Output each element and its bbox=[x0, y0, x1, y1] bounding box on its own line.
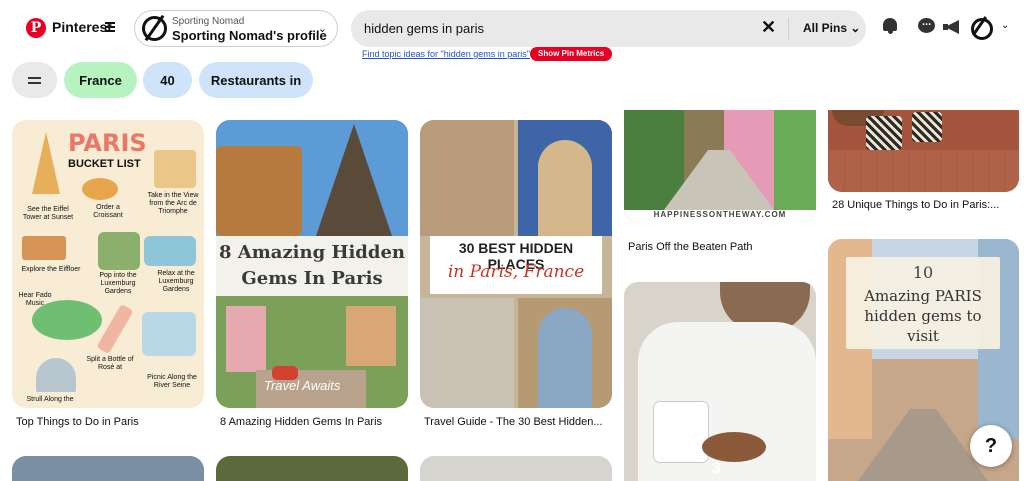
pin-title-line: Gems In Paris bbox=[241, 268, 383, 289]
pin-caption[interactable]: Paris Off the Beaten Path bbox=[628, 241, 753, 253]
eiffel-illustration bbox=[32, 132, 60, 194]
watermark: Travel Awaits bbox=[264, 378, 341, 393]
pin-image bbox=[226, 306, 266, 372]
profile-avatar-icon bbox=[142, 16, 167, 41]
pin-item: Split a Bottle of Rosé at bbox=[86, 356, 134, 371]
clear-search-icon[interactable]: ✕ bbox=[761, 17, 776, 38]
pin-item: Relax at the Luxemburg Gardens bbox=[157, 270, 195, 293]
pin-title-number: 10 bbox=[912, 263, 934, 282]
pin-item: Order a Croissant bbox=[93, 204, 123, 219]
chip-france[interactable]: France bbox=[64, 62, 137, 98]
pin-image bbox=[518, 120, 612, 236]
pin-image bbox=[420, 298, 514, 408]
pin-image bbox=[518, 298, 612, 408]
pinterest-logo-icon[interactable]: P bbox=[26, 18, 46, 38]
pin-off-beaten-path[interactable]: HAPPINESSONTHEWAY.COM bbox=[624, 110, 816, 222]
pin-image bbox=[420, 120, 514, 236]
pin-hot-chocolate-video[interactable]: 3 bbox=[624, 282, 816, 481]
pin-footer: HAPPINESSONTHEWAY.COM bbox=[624, 210, 816, 222]
pin-8-hidden-gems[interactable]: 8 Amazing Hidden Gems In Paris Travel Aw… bbox=[216, 120, 408, 408]
pin-grid: PARIS BUCKET LIST See the Eiffel Tower a… bbox=[0, 110, 1024, 481]
chevron-down-icon: ⌄ bbox=[317, 23, 327, 35]
profile-name-small: Sporting Nomad bbox=[172, 16, 245, 27]
pin-footer-text: HAPPINESSONTHEWAY.COM bbox=[653, 210, 787, 219]
pin-title-card: 10 Amazing PARIS hidden gems to visit bbox=[846, 257, 1000, 349]
pin-title-line: hidden gems to bbox=[864, 307, 982, 325]
show-pin-metrics-button[interactable]: Show Pin Metrics bbox=[530, 47, 613, 61]
pin-image bbox=[654, 402, 708, 462]
pin-caption[interactable]: Travel Guide - The 30 Best Hidden... bbox=[424, 416, 603, 428]
illustration bbox=[36, 358, 76, 392]
filter-button[interactable] bbox=[12, 62, 57, 98]
pin-image bbox=[866, 116, 902, 150]
profile-switcher[interactable]: Sporting Nomad Sporting Nomad's profile … bbox=[134, 10, 338, 47]
pin-overlay-number: 3 bbox=[712, 460, 721, 477]
brand-name[interactable]: Pinterest bbox=[52, 19, 112, 35]
pin-item: Picnic Along the River Seine bbox=[147, 374, 197, 389]
pin-item: Strull Along the bbox=[26, 396, 74, 403]
eiffel-tower-image bbox=[316, 124, 392, 236]
chip-restaurants-in[interactable]: Restaurants in bbox=[199, 62, 313, 98]
bell-icon[interactable] bbox=[880, 16, 900, 36]
pin-image bbox=[702, 432, 766, 462]
profile-name: Sporting Nomad's profile bbox=[172, 28, 327, 43]
pin-title-band: 8 Amazing Hidden Gems In Paris bbox=[216, 236, 408, 296]
arc-illustration bbox=[154, 150, 196, 188]
pin-subtitle: BUCKET LIST bbox=[68, 158, 141, 170]
illustration bbox=[96, 303, 134, 355]
pin-partial[interactable] bbox=[420, 456, 612, 481]
pin-caption[interactable]: 28 Unique Things to Do in Paris:... bbox=[832, 199, 999, 211]
pin-item: Take in the View from the Arc de Triomph… bbox=[147, 192, 199, 215]
pin-30-hidden-places[interactable]: 30 BEST HIDDEN PLACES in Paris, France bbox=[420, 120, 612, 408]
pin-item: See the Eiffel Tower at Sunset bbox=[22, 206, 74, 221]
pin-title-line: 8 Amazing Hidden bbox=[218, 242, 406, 263]
pin-item: Hear Fado Music bbox=[18, 292, 52, 307]
pin-paris-bucket-list[interactable]: PARIS BUCKET LIST See the Eiffel Tower a… bbox=[12, 120, 204, 408]
carousel-image bbox=[216, 146, 302, 236]
search-divider bbox=[788, 18, 789, 40]
pin-image bbox=[346, 306, 396, 366]
search-input[interactable]: hidden gems in paris bbox=[364, 21, 484, 36]
pin-title-line: visit bbox=[907, 327, 939, 345]
account-menu-chevron-icon[interactable]: ⌄ bbox=[1001, 20, 1009, 31]
pin-28-unique-things[interactable] bbox=[828, 110, 1019, 192]
pin-title-band: 30 BEST HIDDEN PLACES in Paris, France bbox=[430, 236, 602, 294]
illustration bbox=[144, 236, 196, 266]
pin-item: Explore the Eiffloer bbox=[21, 266, 81, 273]
search-scope-label: All Pins bbox=[803, 21, 848, 35]
pin-partial[interactable] bbox=[216, 456, 408, 481]
illustration bbox=[98, 232, 140, 270]
pin-item: Pop into the Luxemburg Gardens bbox=[99, 272, 137, 295]
pin-image bbox=[828, 150, 1019, 192]
illustration bbox=[22, 236, 66, 260]
megaphone-icon[interactable] bbox=[942, 16, 962, 36]
pin-title: PARIS bbox=[68, 129, 147, 157]
pin-caption[interactable]: 8 Amazing Hidden Gems In Paris bbox=[220, 416, 382, 428]
pin-title-line: in Paris, France bbox=[447, 262, 585, 282]
pin-image bbox=[858, 409, 988, 481]
account-avatar-icon[interactable] bbox=[969, 16, 993, 40]
help-button[interactable]: ? bbox=[970, 425, 1012, 467]
search-bar[interactable]: hidden gems in paris ✕ All Pins ⌄ bbox=[351, 10, 866, 47]
chat-icon[interactable] bbox=[917, 16, 937, 36]
chip-40[interactable]: 40 bbox=[143, 62, 192, 98]
menu-icon[interactable] bbox=[105, 22, 115, 32]
top-bar: P Pinterest Sporting Nomad Sporting Noma… bbox=[0, 0, 1024, 61]
pin-partial[interactable] bbox=[12, 456, 204, 481]
pin-image bbox=[774, 110, 816, 210]
pin-caption[interactable]: Top Things to Do in Paris bbox=[16, 416, 139, 428]
pin-title-line: Amazing PARIS bbox=[864, 287, 982, 305]
pin-image bbox=[912, 112, 942, 142]
topic-ideas-link[interactable]: Find topic ideas for "hidden gems in par… bbox=[362, 49, 530, 59]
search-scope-dropdown[interactable]: All Pins ⌄ bbox=[803, 21, 860, 35]
filter-icon bbox=[28, 74, 41, 87]
croissant-illustration bbox=[82, 178, 118, 200]
illustration bbox=[142, 312, 196, 356]
